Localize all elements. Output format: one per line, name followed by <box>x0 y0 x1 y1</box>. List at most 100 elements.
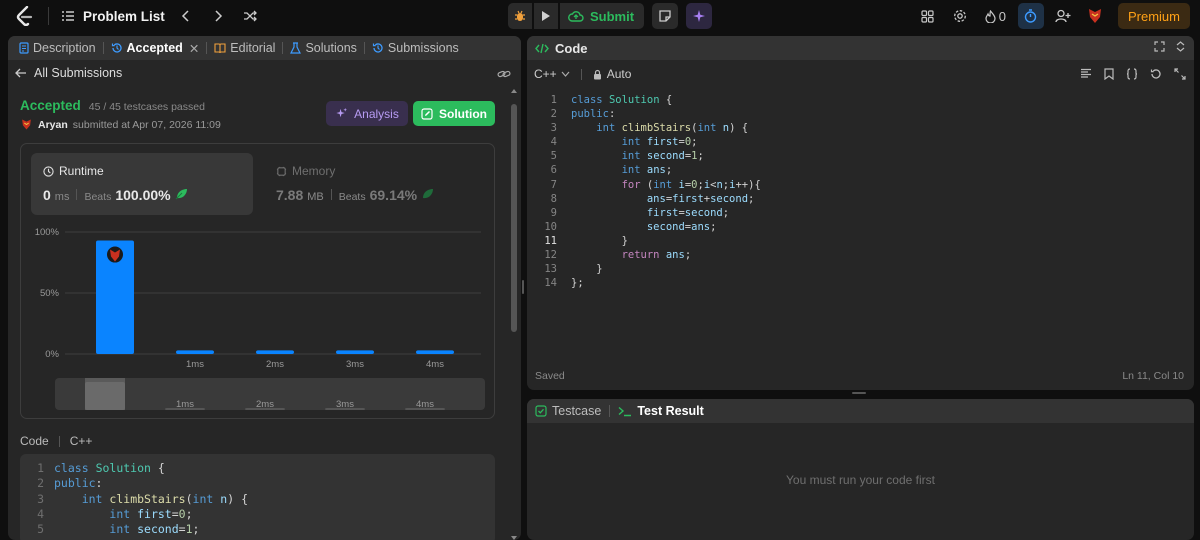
streak-counter[interactable]: 0 <box>979 9 1012 24</box>
runtime-header: Runtime <box>43 164 104 178</box>
code-line: 3 int climbStairs(int n) { <box>20 492 495 507</box>
avatar[interactable] <box>20 118 33 131</box>
tab-solutions[interactable]: Solutions <box>285 41 361 55</box>
scrollbar[interactable] <box>510 89 518 540</box>
chart-bar[interactable] <box>176 350 214 354</box>
username[interactable]: Aryan <box>38 119 68 131</box>
note-icon <box>659 10 671 22</box>
horizontal-resize-handle[interactable] <box>852 392 866 394</box>
code-line[interactable]: 13 } <box>527 262 1194 276</box>
status-accepted: Accepted <box>20 98 81 113</box>
fullscreen-icon[interactable] <box>1174 68 1186 80</box>
code-text: second=ans; <box>646 220 717 233</box>
user-avatar[interactable] <box>1082 3 1108 29</box>
chart-bar[interactable] <box>416 350 454 354</box>
sparkle-icon <box>336 107 348 118</box>
mini-tick-label: 2ms <box>256 399 274 410</box>
bookmark-icon[interactable] <box>1104 68 1114 80</box>
premium-button[interactable]: Premium <box>1117 3 1190 29</box>
tab-accepted[interactable]: Accepted ✕ <box>106 41 205 56</box>
code-editor[interactable]: 1 class Solution {2 public: 3 int climbStai… <box>527 93 1194 290</box>
code-text: int second=1; <box>621 150 704 163</box>
line-number: 1 <box>550 94 557 106</box>
code-text: ans=first+second; <box>646 192 755 205</box>
tab-testcase[interactable]: Testcase <box>535 404 601 418</box>
code-line[interactable]: 7 for (int i=0;i<n;i++){ <box>527 178 1194 192</box>
test-panel-tabs: Testcase Test Result <box>527 399 1194 423</box>
tab-submissions[interactable]: Submissions <box>367 41 464 55</box>
mini-chart: 1ms 2ms 3ms 4ms <box>85 378 445 410</box>
auto-mode-toggle[interactable]: Auto <box>593 67 631 81</box>
line-number: 7 <box>550 178 557 191</box>
code-language: C++ <box>69 434 93 448</box>
code-text: int first=0; <box>621 136 698 149</box>
settings-gear-icon[interactable] <box>947 3 973 29</box>
runtime-card[interactable]: Runtime 0 ms Beats 100.00% <box>31 153 253 215</box>
debug-button[interactable] <box>508 3 532 29</box>
mini-tick-label: 4ms <box>416 399 434 410</box>
scroll-up-icon[interactable] <box>510 87 518 95</box>
close-tab-icon[interactable]: ✕ <box>189 41 199 56</box>
code-line[interactable]: 3 int climbStairs(int n) { <box>527 121 1194 135</box>
line-number: 8 <box>550 192 557 205</box>
all-submissions-link[interactable]: All Submissions <box>15 66 122 80</box>
chart-range-slider[interactable]: 1ms 2ms 3ms 4ms <box>55 378 485 410</box>
vertical-resize-handle[interactable] <box>522 280 524 294</box>
code-line[interactable]: 11 } <box>527 234 1194 248</box>
code-line[interactable]: 6 int ans; <box>527 163 1194 177</box>
chart-bar[interactable] <box>256 350 294 354</box>
submitted-code-block[interactable]: 1 class Solution {2 public: 3 int climbStai… <box>20 454 495 540</box>
code-text: int second=1; <box>109 522 200 537</box>
collapse-icon[interactable] <box>1175 41 1186 52</box>
divider <box>76 189 78 200</box>
tab-test-result[interactable]: Test Result <box>618 404 704 418</box>
leetcode-logo[interactable] <box>14 5 36 27</box>
problem-list-button[interactable]: Problem List <box>61 9 165 24</box>
share-link-icon[interactable] <box>497 67 511 82</box>
code-line[interactable]: 9 first=second; <box>527 206 1194 220</box>
submission-panel: Description Accepted ✕ Editorial Solutio… <box>8 36 521 540</box>
code-line[interactable]: 8 ans=first+second; <box>527 192 1194 206</box>
ai-assistant-button[interactable] <box>686 3 713 29</box>
y-tick-label: 0% <box>45 349 59 360</box>
memory-value: 7.88 <box>276 187 304 203</box>
line-number: 11 <box>544 234 557 247</box>
code-line[interactable]: 12 return ans; <box>527 248 1194 262</box>
solution-button[interactable]: Solution <box>413 101 495 126</box>
prev-problem-icon[interactable] <box>175 5 197 27</box>
flask-icon <box>290 42 302 54</box>
notes-button[interactable] <box>652 3 679 29</box>
divider <box>609 405 611 417</box>
shuffle-icon[interactable] <box>239 5 261 27</box>
run-button[interactable] <box>534 3 558 29</box>
layout-grid-icon[interactable] <box>915 3 941 29</box>
maximize-icon[interactable] <box>1154 41 1165 52</box>
code-section-header: Code C++ <box>20 434 92 448</box>
language-select[interactable]: C++ <box>534 67 570 81</box>
add-friend-icon[interactable] <box>1050 3 1076 29</box>
reset-icon[interactable] <box>1150 68 1162 80</box>
code-line[interactable]: 4 int first=0; <box>527 135 1194 149</box>
mini-tick-label: 3ms <box>336 399 354 410</box>
chevron-down-icon <box>561 71 570 77</box>
analysis-button[interactable]: Analysis <box>326 101 408 126</box>
tab-description[interactable]: Description <box>14 41 101 55</box>
scrollbar-thumb[interactable] <box>511 104 517 332</box>
code-line[interactable]: 5 int second=1; <box>527 149 1194 163</box>
lock-icon <box>593 69 601 79</box>
test-panel: Testcase Test Result You must run your c… <box>527 399 1194 540</box>
submit-button[interactable]: Submit <box>560 3 645 29</box>
code-line[interactable]: 2 public: <box>527 107 1194 121</box>
braces-icon[interactable] <box>1126 68 1138 80</box>
x-tick-label: 2ms <box>266 359 284 370</box>
chart-bar[interactable] <box>336 350 374 354</box>
tab-editorial[interactable]: Editorial <box>209 41 280 55</box>
code-line[interactable]: 14}; <box>527 276 1194 290</box>
timer-button[interactable] <box>1017 3 1044 29</box>
memory-card[interactable]: Memory 7.88 MB Beats 69.14% <box>264 153 486 215</box>
code-line[interactable]: 10 second=ans; <box>527 220 1194 234</box>
next-problem-icon[interactable] <box>207 5 229 27</box>
scroll-down-icon[interactable] <box>510 534 518 540</box>
format-align-icon[interactable] <box>1080 68 1092 79</box>
code-line[interactable]: 1 class Solution { <box>527 93 1194 107</box>
